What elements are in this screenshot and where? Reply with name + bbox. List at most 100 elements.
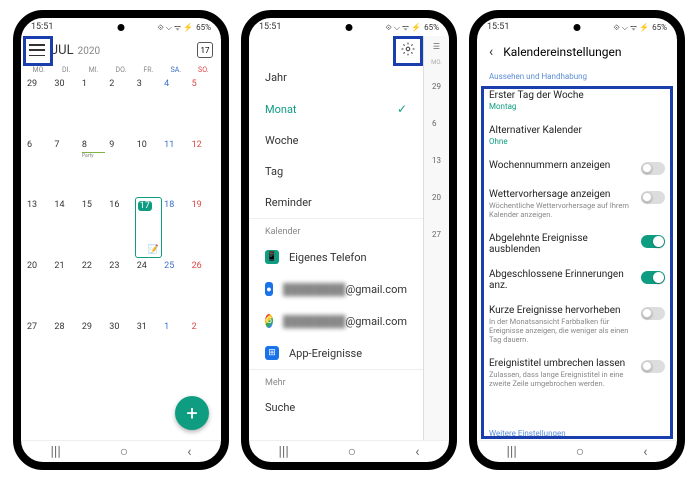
settings-header: ‹ Kalendereinstellungen — [477, 36, 677, 68]
day-cell[interactable]: 23 — [107, 258, 134, 319]
peek-day: 29 — [432, 68, 441, 105]
nav-back[interactable]: ‹ — [415, 444, 419, 460]
calendar-grid[interactable]: 293012345678Party91011121314151617📝18192… — [21, 76, 221, 440]
setting-row[interactable]: Abgelehnte Ereignisse ausblenden — [477, 226, 677, 262]
status-right: ⟐ ⌵ ᯤ ⚡ 65% — [386, 22, 439, 33]
nav-home[interactable]: ○ — [120, 443, 128, 460]
drawer-item-search[interactable]: Suche — [249, 392, 423, 423]
peek-weekday: MO. — [431, 57, 442, 68]
settings-section-label: Aussehen und Handhabung — [477, 68, 677, 83]
nav-recent[interactable]: ||| — [279, 444, 289, 460]
day-cell[interactable]: 7 — [52, 137, 79, 198]
calendar-icon: 📱 — [265, 250, 279, 264]
toggle-switch[interactable] — [641, 360, 665, 373]
toggle-switch[interactable] — [641, 191, 665, 204]
day-cell[interactable]: 10 — [135, 137, 162, 198]
day-cell[interactable]: 25 — [162, 258, 189, 319]
weekday-label: FR. — [135, 66, 162, 74]
today-icon[interactable]: 17 — [197, 42, 213, 58]
day-cell[interactable]: 29 — [25, 76, 52, 137]
drawer-section-calendars: Kalender — [249, 218, 423, 241]
drawer-view-woche[interactable]: Woche — [249, 125, 423, 156]
status-battery: 65% — [196, 23, 211, 32]
day-cell[interactable]: 12 — [190, 137, 217, 198]
calendar-title[interactable]: JUL 2020 — [51, 43, 191, 58]
status-time: 15:51 — [31, 22, 53, 32]
status-time: 15:51 — [259, 22, 281, 32]
status-icons: ⟐ ⌵ ᯤ ⚡ — [386, 22, 422, 33]
day-cell[interactable]: 2 — [190, 319, 217, 380]
drawer-view-tag[interactable]: Tag — [249, 156, 423, 187]
nav-back[interactable]: ‹ — [187, 444, 191, 460]
day-cell[interactable]: 14 — [52, 197, 79, 258]
status-icons: ⟐ ⌵ ᯤ ⚡ — [158, 22, 194, 33]
back-arrow-icon[interactable]: ‹ — [489, 44, 493, 60]
nav-back[interactable]: ‹ — [643, 444, 647, 460]
day-cell[interactable]: 2 — [107, 76, 134, 137]
day-cell[interactable]: 26 — [190, 258, 217, 319]
day-cell[interactable]: 13 — [25, 197, 52, 258]
calendar-icon: ● — [265, 282, 273, 296]
setting-row[interactable]: Erster Tag der WocheMontag — [477, 83, 677, 118]
drawer-calendar-item[interactable]: G████████@gmail.com — [249, 305, 423, 337]
drawer-calendar-item[interactable]: ⊞App-Ereignisse — [249, 337, 423, 369]
day-cell[interactable]: 28 — [52, 319, 79, 380]
day-cell[interactable]: 30 — [107, 319, 134, 380]
gear-icon[interactable] — [401, 42, 415, 56]
weekday-label: SA. — [162, 66, 189, 74]
day-cell[interactable]: 27 — [25, 319, 52, 380]
day-cell[interactable]: 1 — [80, 76, 107, 137]
day-cell[interactable]: 31 — [135, 319, 162, 380]
day-cell[interactable]: 30 — [52, 76, 79, 137]
day-cell[interactable]: 5 — [190, 76, 217, 137]
day-cell[interactable]: 19 — [190, 197, 217, 258]
status-right: ⟐ ⌵ ᯤ ⚡ 65% — [158, 22, 211, 33]
day-cell[interactable]: 11 — [162, 137, 189, 198]
day-cell[interactable]: 29 — [80, 319, 107, 380]
toggle-switch[interactable] — [641, 271, 665, 284]
setting-row[interactable]: Ereignistitel umbrechen lassenZulassen, … — [477, 351, 677, 395]
camera-cutout — [346, 24, 353, 31]
nav-bar: ||| ○ ‹ — [477, 440, 677, 462]
setting-row[interactable]: Kurze Ereignisse hervorhebenIn der Monat… — [477, 298, 677, 351]
setting-row[interactable]: Abgeschlossene Erinnerungen anz. — [477, 262, 677, 298]
setting-row[interactable]: Wochennummern anzeigen — [477, 153, 677, 182]
nav-recent[interactable]: ||| — [51, 444, 61, 460]
nav-home[interactable]: ○ — [576, 443, 584, 460]
day-cell[interactable]: 16 — [107, 197, 134, 258]
drawer-view-monat[interactable]: Monat✓ — [249, 93, 423, 125]
toggle-switch[interactable] — [641, 162, 665, 175]
day-cell[interactable]: 9 — [107, 137, 134, 198]
phone-calendar-month: 15:51 ⟐ ⌵ ᯤ ⚡ 65% JUL 2020 17 MO.DI.MI.D… — [13, 10, 229, 470]
day-cell[interactable]: 4 — [162, 76, 189, 137]
status-right: ⟐ ⌵ ᯤ ⚡ 65% — [614, 22, 667, 33]
toggle-switch[interactable] — [641, 235, 665, 248]
day-cell[interactable]: 1 — [162, 319, 189, 380]
day-cell[interactable]: 20 — [25, 258, 52, 319]
setting-title: Abgelehnte Ereignisse ausblenden — [489, 233, 641, 255]
nav-recent[interactable]: ||| — [507, 444, 517, 460]
setting-row[interactable]: Wettervorhersage anzeigenWöchentliche We… — [477, 182, 677, 226]
calendar-icon: G — [265, 314, 273, 328]
calendar-peek[interactable]: ☰ MO. 296132027 — [423, 36, 449, 440]
nav-home[interactable]: ○ — [348, 443, 356, 460]
day-cell[interactable]: 18 — [162, 197, 189, 258]
day-cell[interactable]: 15 — [80, 197, 107, 258]
peek-hamburger-icon: ☰ — [433, 36, 440, 57]
setting-row[interactable]: Alternativer KalenderOhne — [477, 118, 677, 153]
drawer-calendar-item[interactable]: ●████████@gmail.com — [249, 273, 423, 305]
day-cell[interactable]: 8Party — [80, 137, 107, 198]
day-cell[interactable]: 24 — [135, 258, 162, 319]
hamburger-icon[interactable] — [29, 44, 45, 56]
day-cell[interactable]: 3 — [135, 76, 162, 137]
drawer-view-jahr[interactable]: Jahr — [249, 62, 423, 93]
day-cell[interactable]: 22 — [80, 258, 107, 319]
day-cell[interactable]: 17📝 — [135, 197, 162, 258]
day-cell[interactable]: 21 — [52, 258, 79, 319]
settings-list[interactable]: Erster Tag der WocheMontagAlternativer K… — [477, 83, 677, 425]
fab-add[interactable]: + — [175, 396, 209, 430]
day-cell[interactable]: 6 — [25, 137, 52, 198]
drawer-calendar-item[interactable]: 📱Eigenes Telefon — [249, 241, 423, 273]
toggle-switch[interactable] — [641, 307, 665, 320]
drawer-view-reminder[interactable]: Reminder — [249, 187, 423, 218]
